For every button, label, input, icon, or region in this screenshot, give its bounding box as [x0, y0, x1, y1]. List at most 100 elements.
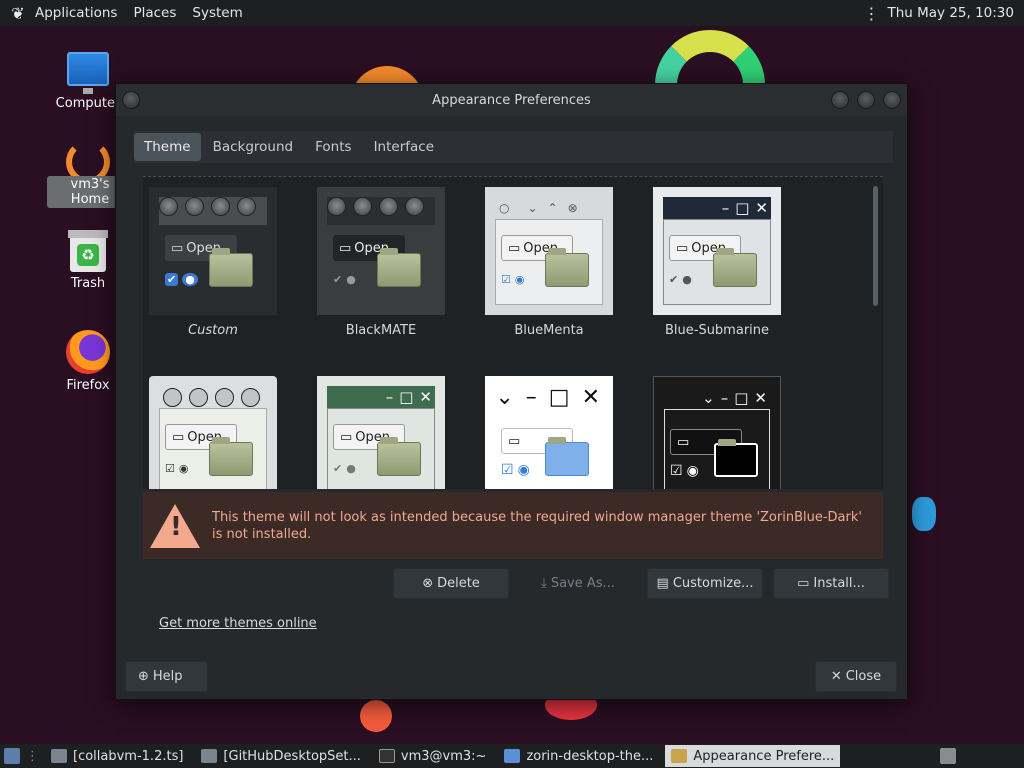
customize-label: Customize... [672, 576, 754, 591]
firefox-icon [66, 330, 110, 374]
theme-name: Custom [188, 323, 238, 338]
download-icon: ⤓ [541, 576, 547, 591]
folder-open-icon: ▭ [508, 240, 521, 256]
tab-theme[interactable]: Theme [134, 133, 201, 161]
tab-background[interactable]: Background [203, 133, 304, 161]
theme-item-7[interactable]: ⌄ – □ ✕ ▭ ☑ ◉ [479, 376, 619, 489]
folder-icon [377, 248, 421, 287]
maximize-button[interactable] [857, 91, 875, 109]
taskbar-item-github-desktop[interactable]: [GitHubDesktopSet... [195, 745, 366, 767]
taskbar-item-collabvm[interactable]: [collabvm-1.2.ts] [45, 745, 189, 767]
window-close-button[interactable] [883, 91, 901, 109]
theme-preview: – □ ✕ ▭ Open ✔ ● [653, 187, 781, 315]
theme-preview: ▭ Open ✔ ● [317, 187, 445, 315]
gnome-foot-icon[interactable]: ❦ [7, 2, 29, 24]
theme-list-scrollbar[interactable] [873, 186, 878, 306]
customize-icon: ▤ [656, 576, 669, 591]
help-label: Help [152, 669, 183, 684]
theme-preview: ○ ⌄ ⌃ ⊗ ▭ Open ☑ ◉ [485, 187, 613, 315]
folder-open-icon: ▭ [676, 240, 689, 256]
taskbar-item-terminal[interactable]: vm3@vm3:~ [373, 745, 493, 767]
close-icon: ✕ [830, 669, 842, 684]
theme-list[interactable]: ▭ Open ✔ ● Custom ▭ Open ✔ ● BlackMATE ○ ⌄ ⌃ ⊗ … [143, 176, 883, 489]
warning-banner: This theme will not look as intended bec… [143, 492, 883, 559]
theme-item-6[interactable]: – □ ✕ ▭ Open ✔ ● [311, 376, 451, 489]
taskbar-item-label: zorin-desktop-the... [526, 748, 654, 764]
get-more-themes-link[interactable]: Get more themes online [159, 616, 317, 631]
minimize-button[interactable] [831, 91, 849, 109]
theme-preview: ⌄ – □ ✕ ▭ ☑ ◉ [485, 376, 613, 489]
delete-button[interactable]: ⊗ Delete [393, 568, 509, 599]
save-as-button[interactable]: ⤓ Save As... [519, 568, 637, 599]
install-label: Install... [813, 576, 865, 591]
window-titlebar[interactable]: Appearance Preferences [116, 84, 907, 116]
show-desktop-icon[interactable] [4, 748, 20, 764]
folder-open-icon: ▭ [339, 240, 352, 256]
more-vertical-icon[interactable]: ⋮ [863, 4, 879, 23]
appearance-preferences-window: Appearance Preferences Theme Background … [115, 83, 908, 700]
folder-icon [209, 248, 253, 287]
wallpaper-pink-shape [360, 700, 392, 732]
menu-system[interactable]: System [192, 5, 242, 21]
taskbar: ⋮ [collabvm-1.2.ts] [GitHubDesktopSet...… [0, 744, 1024, 768]
folder-icon [51, 749, 67, 763]
folder-open-icon: ▭ [797, 576, 810, 591]
install-button[interactable]: ▭ Install... [773, 568, 889, 599]
tab-fonts[interactable]: Fonts [305, 133, 361, 161]
taskbar-item-appearance[interactable]: Appearance Prefere... [665, 745, 841, 767]
trash-icon: ♻ [68, 230, 108, 272]
theme-preview: – □ ✕ ▭ Open ✔ ● [317, 376, 445, 489]
taskbar-separator-icon: ⋮ [26, 748, 39, 764]
theme-item-custom[interactable]: ▭ Open ✔ ● Custom [143, 187, 283, 338]
folder-open-icon: ▭ [171, 240, 184, 256]
taskbar-item-label: Appearance Prefere... [693, 748, 835, 764]
folder-open-icon: ▭ [340, 429, 353, 445]
warning-icon [150, 503, 200, 548]
package-icon [201, 749, 218, 763]
action-buttons: ⊗ Delete ⤓ Save As... ▤ Customize... ▭ Insta… [393, 568, 889, 599]
folder-icon [714, 439, 758, 477]
theme-preview: ▭ Open ☑ ◉ [149, 376, 277, 489]
close-label: Close [845, 669, 882, 684]
theme-item-8[interactable]: ⌄ – □ ✕ ▭ ☑ ◉ [647, 376, 787, 489]
folder-icon [209, 437, 253, 476]
menu-places[interactable]: Places [133, 5, 176, 21]
taskbar-item-label: [GitHubDesktopSet... [223, 748, 361, 764]
appearance-icon [671, 749, 688, 763]
folder-icon [377, 437, 421, 476]
taskbar-item-zorin-folder[interactable]: zorin-desktop-the... [498, 745, 659, 767]
warning-message: This theme will not look as intended bec… [212, 509, 862, 542]
folder-icon [713, 248, 757, 287]
folder-icon [545, 437, 589, 476]
theme-preview: ▭ Open ✔ ● [149, 187, 277, 315]
menu-applications[interactable]: Applications [35, 5, 117, 21]
delete-label: Delete [437, 576, 480, 591]
save-as-label: Save As... [550, 576, 615, 591]
theme-preview: ⌄ – □ ✕ ▭ ☑ ◉ [653, 376, 781, 489]
taskbar-item-label: vm3@vm3:~ [400, 748, 487, 764]
tab-bar: Theme Background Fonts Interface [134, 131, 893, 163]
theme-item-5[interactable]: ▭ Open ☑ ◉ [143, 376, 283, 489]
help-button[interactable]: ⊕ Help [125, 661, 208, 692]
tab-interface[interactable]: Interface [364, 133, 444, 161]
theme-item-bluementa[interactable]: ○ ⌄ ⌃ ⊗ ▭ Open ☑ ◉ BlueMenta [479, 187, 619, 338]
theme-item-blackmate[interactable]: ▭ Open ✔ ● BlackMATE [311, 187, 451, 338]
top-panel: ❦ Applications Places System ⋮ Thu May 2… [0, 0, 1024, 26]
folder-icon [504, 749, 521, 763]
customize-button[interactable]: ▤ Customize... [647, 568, 763, 599]
theme-item-blue-submarine[interactable]: – □ ✕ ▭ Open ✔ ● Blue-Submarine [647, 187, 787, 338]
theme-name: BlueMenta [514, 323, 584, 338]
help-lifebuoy-icon: ⊕ [138, 669, 149, 684]
window-menu-button[interactable] [122, 91, 140, 109]
close-button[interactable]: ✕ Close [815, 661, 897, 692]
wallpaper-blue-shape [912, 497, 936, 531]
folder-open-icon: ▭ [677, 434, 690, 450]
delete-icon: ⊗ [422, 576, 434, 591]
terminal-icon [378, 749, 395, 763]
workspace-switcher-icon[interactable] [940, 748, 956, 764]
folder-open-icon: ▭ [508, 433, 521, 449]
window-title: Appearance Preferences [432, 92, 591, 108]
taskbar-item-label: [collabvm-1.2.ts] [73, 748, 184, 764]
folder-open-icon: ▭ [172, 429, 185, 445]
clock[interactable]: Thu May 25, 10:30 [887, 5, 1014, 21]
